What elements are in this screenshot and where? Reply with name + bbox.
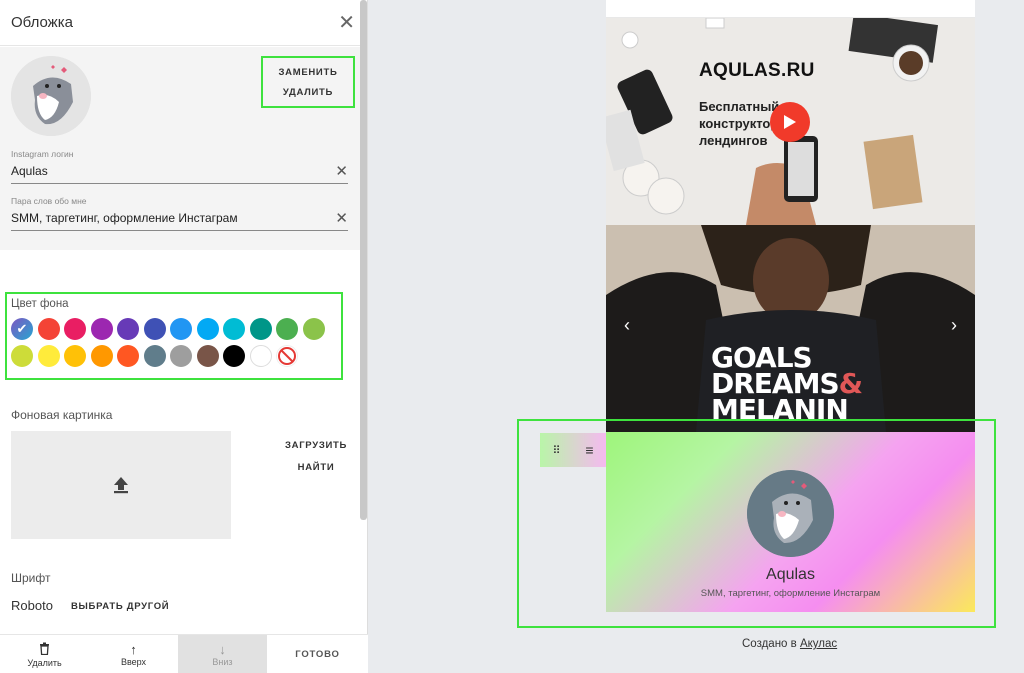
block-toolbar: ⠿ ≡ <box>540 433 606 467</box>
credit-prefix: Создано в <box>742 638 800 650</box>
color-swatch[interactable] <box>37 318 60 340</box>
bg-picture-label: Фоновая картинка <box>11 408 113 422</box>
check-icon: ✔ <box>16 321 28 336</box>
arrow-down-icon: ↓ <box>219 641 226 657</box>
instagram-login-input-row[interactable]: Aqulas ✕ <box>11 159 348 184</box>
color-swatch[interactable] <box>170 345 192 367</box>
color-swatch[interactable] <box>223 345 245 367</box>
color-swatch[interactable] <box>249 318 272 340</box>
font-label: Шрифт <box>11 571 51 585</box>
preview-top-block <box>606 0 975 18</box>
about-label: Пара слов обо мне <box>11 196 87 206</box>
instagram-login-field: Instagram логин Aqulas ✕ <box>11 149 348 184</box>
cover-settings-panel: Обложка ✕ ЗАМЕНИТЬ УДАЛИТЬ Instagram лог… <box>0 0 368 673</box>
profile-description: SMM, таргетинг, оформление Инстаграм <box>700 588 881 599</box>
bg-color-label: Цвет фона <box>11 298 69 310</box>
upload-icon <box>114 477 128 494</box>
cover-section: ЗАМЕНИТЬ УДАЛИТЬ Instagram логин Aqulas … <box>0 47 360 250</box>
video-block: AQULAS.RU Бесплатный конструктор лендинг… <box>606 18 975 225</box>
slider-prev-icon[interactable]: ‹ <box>624 315 630 336</box>
find-button[interactable]: НАЙТИ <box>298 462 335 473</box>
color-swatch[interactable] <box>223 318 245 340</box>
shirt-line: MELANIN <box>711 393 849 426</box>
shirt-text: GOALS DREAMS& MELANIN <box>711 344 863 426</box>
font-name: Roboto <box>11 598 53 613</box>
delete-block-button[interactable]: Удалить <box>0 635 89 673</box>
profile-avatar <box>747 470 834 557</box>
color-swatch[interactable] <box>11 345 33 367</box>
drag-handle-icon[interactable]: ⠿ <box>552 444 560 457</box>
instagram-login-label: Instagram логин <box>11 149 74 159</box>
no-color-icon <box>278 347 296 365</box>
video-subtitle-line: Бесплатный <box>699 99 780 114</box>
video-subtitle-line: конструктор <box>699 116 779 131</box>
bg-picture-upload-area[interactable] <box>11 431 231 539</box>
about-input-row[interactable]: SMM, таргетинг, оформление Инстаграм ✕ <box>11 206 348 231</box>
profile-name: Aqulas <box>766 566 815 583</box>
color-swatch[interactable]: ✔ <box>11 318 33 340</box>
footer-credit: Создано в Акулас <box>742 638 837 650</box>
video-title: AQULAS.RU <box>699 60 815 81</box>
page-preview: AQULAS.RU Бесплатный конструктор лендинг… <box>606 0 975 612</box>
video-subtitle-line: лендингов <box>699 133 768 148</box>
done-button[interactable]: ГОТОВО <box>267 635 368 673</box>
slider-block: GOALS DREAMS& MELANIN ‹ › <box>606 225 975 432</box>
cover-block-preview[interactable]: Aqulas SMM, таргетинг, оформление Инстаг… <box>606 432 975 612</box>
move-down-label: Вниз <box>212 656 233 667</box>
move-up-button[interactable]: ↑ Вверх <box>89 635 178 673</box>
panel-header: Обложка ✕ <box>0 0 367 46</box>
no-color-swatch[interactable] <box>276 345 298 367</box>
cover-image-actions: ЗАМЕНИТЬ УДАЛИТЬ <box>261 56 355 108</box>
upload-button[interactable]: ЗАГРУЗИТЬ <box>285 440 347 451</box>
about-field: Пара слов обо мне SMM, таргетинг, оформл… <box>11 196 348 231</box>
color-swatch[interactable] <box>143 345 166 367</box>
color-swatch[interactable] <box>249 345 272 367</box>
play-button[interactable] <box>770 102 810 142</box>
color-swatch[interactable] <box>117 345 139 367</box>
color-swatch[interactable] <box>37 345 60 367</box>
menu-icon[interactable]: ≡ <box>585 442 593 458</box>
color-swatch[interactable] <box>276 318 298 340</box>
instagram-login-input[interactable]: Aqulas <box>11 164 48 178</box>
close-icon[interactable]: ✕ <box>338 13 355 33</box>
color-swatch[interactable] <box>117 318 139 340</box>
slider-next-icon[interactable]: › <box>951 315 957 336</box>
color-swatch[interactable] <box>302 318 325 340</box>
play-icon <box>784 115 796 129</box>
delete-image-button[interactable]: УДАЛИТЬ <box>283 87 333 98</box>
color-swatches: ✔ <box>11 318 351 367</box>
shark-avatar-icon <box>747 470 834 557</box>
color-swatch[interactable] <box>90 345 113 367</box>
color-swatch[interactable] <box>196 345 219 367</box>
color-swatch[interactable] <box>64 345 86 367</box>
color-swatch[interactable] <box>143 318 166 340</box>
delete-block-label: Удалить <box>27 657 62 668</box>
color-swatch[interactable] <box>196 318 219 340</box>
trash-icon <box>39 642 50 657</box>
color-swatch[interactable] <box>64 318 86 340</box>
clear-instagram-icon[interactable]: ✕ <box>335 162 348 180</box>
move-up-label: Вверх <box>120 656 147 667</box>
credit-link[interactable]: Акулас <box>800 638 837 650</box>
panel-title: Обложка <box>11 14 73 31</box>
color-swatch[interactable] <box>90 318 113 340</box>
shark-avatar-icon <box>11 56 91 136</box>
choose-font-button[interactable]: ВЫБРАТЬ ДРУГОЙ <box>71 601 169 612</box>
about-input[interactable]: SMM, таргетинг, оформление Инстаграм <box>11 211 238 225</box>
video-subtitle: Бесплатный конструктор лендингов <box>699 98 779 149</box>
clear-about-icon[interactable]: ✕ <box>335 209 348 227</box>
color-swatch[interactable] <box>170 318 192 340</box>
panel-scrollbar[interactable] <box>360 0 367 520</box>
move-down-button[interactable]: ↓ Вниз <box>178 635 267 673</box>
replace-button[interactable]: ЗАМЕНИТЬ <box>279 67 338 78</box>
arrow-up-icon: ↑ <box>130 641 137 657</box>
bottom-action-bar: Удалить ↑ Вверх ↓ Вниз ГОТОВО <box>0 634 368 673</box>
avatar <box>11 56 91 136</box>
bg-picture-actions: ЗАГРУЗИТЬ НАЙТИ <box>285 440 347 473</box>
